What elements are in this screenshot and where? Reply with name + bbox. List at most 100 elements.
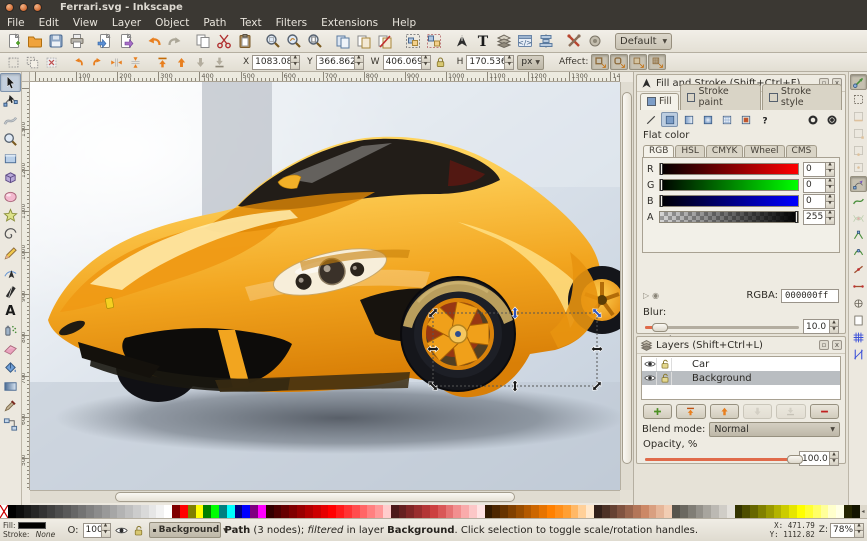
tab-fill[interactable]: Fill <box>640 93 679 110</box>
transform-patterns-toggle[interactable] <box>648 54 666 70</box>
palette-swatch[interactable] <box>149 505 157 518</box>
snap-bbox-button[interactable] <box>850 91 867 107</box>
palette-swatch[interactable] <box>321 505 329 518</box>
palette-swatch[interactable] <box>821 505 829 518</box>
object-opacity-field[interactable]: 100▲▼ <box>83 523 111 538</box>
snap-cusp-nodes-button[interactable] <box>850 227 867 243</box>
layer-lock-toggle[interactable] <box>659 372 672 385</box>
w-field[interactable]: 406.069▲▼ <box>383 55 431 70</box>
snap-enable-button[interactable] <box>850 74 867 90</box>
create-clone-button[interactable] <box>353 31 374 51</box>
palette-swatch[interactable] <box>774 505 782 518</box>
palette-swatch[interactable] <box>610 505 618 518</box>
palette-swatch[interactable] <box>305 505 313 518</box>
palette-swatch[interactable] <box>211 505 219 518</box>
flip-vertical-button[interactable] <box>126 54 144 70</box>
deselect-button[interactable] <box>42 54 60 70</box>
snap-bbox-edges-button[interactable] <box>850 108 867 124</box>
palette-swatch[interactable] <box>500 505 508 518</box>
palette-swatch[interactable] <box>664 505 672 518</box>
palette-swatch[interactable] <box>399 505 407 518</box>
minimize-window-button[interactable] <box>19 3 28 12</box>
palette-swatch[interactable] <box>86 505 94 518</box>
palette-swatch[interactable] <box>383 505 391 518</box>
palette-swatch[interactable] <box>477 505 485 518</box>
group-objects-button[interactable] <box>402 31 423 51</box>
palette-swatch[interactable] <box>633 505 641 518</box>
new-document-button[interactable] <box>3 31 24 51</box>
lower-button[interactable] <box>191 54 209 70</box>
palette-swatch[interactable] <box>297 505 305 518</box>
color-field-B[interactable]: 0▲▼ <box>803 194 835 209</box>
fill-stroke-indicator[interactable]: Fill: Stroke:None <box>3 521 59 539</box>
fill-stroke-dialog-button[interactable] <box>451 31 472 51</box>
fill-rule-evenodd-button[interactable] <box>804 112 821 127</box>
transform-gradients-toggle[interactable] <box>629 54 647 70</box>
y-field[interactable]: 366.862▲▼ <box>316 55 364 70</box>
color-tab-hsl[interactable]: HSL <box>675 145 705 157</box>
panel-minimize-button[interactable]: ▫ <box>819 340 829 350</box>
palette-swatch[interactable] <box>344 505 352 518</box>
export-document-button[interactable] <box>115 31 136 51</box>
palette-swatch[interactable] <box>219 505 227 518</box>
delete-layer-button[interactable] <box>810 404 839 419</box>
flip-horizontal-button[interactable] <box>107 54 125 70</box>
selector-tool[interactable] <box>0 73 21 92</box>
menu-view[interactable]: View <box>66 15 105 30</box>
text-tool[interactable]: A <box>0 301 21 320</box>
snap-object-centers-button[interactable] <box>850 278 867 294</box>
rotate-ccw-button[interactable] <box>69 54 87 70</box>
maximize-window-button[interactable] <box>33 3 42 12</box>
menu-filters[interactable]: Filters <box>269 15 314 30</box>
color-slider-A[interactable] <box>659 211 799 223</box>
snap-bbox-corners-button[interactable] <box>850 125 867 141</box>
scale-rect-corners-toggle[interactable] <box>610 54 628 70</box>
panel-close-button[interactable]: x <box>832 340 842 350</box>
palette-swatch[interactable] <box>813 505 821 518</box>
dropper-mini-icon[interactable]: ◉ <box>652 291 659 300</box>
layers-opacity-slider[interactable] <box>645 454 795 464</box>
vertical-scrollbar[interactable] <box>620 82 633 490</box>
tab-stroke-paint[interactable]: Stroke paint <box>680 84 761 110</box>
palette-swatch[interactable] <box>688 505 696 518</box>
copy-button[interactable] <box>192 31 213 51</box>
layer-row-background[interactable]: Background <box>642 371 840 385</box>
raise-layer-button[interactable] <box>710 404 739 419</box>
ungroup-objects-button[interactable] <box>423 31 444 51</box>
gradient-tool[interactable] <box>0 377 21 396</box>
current-layer-dropdown[interactable]: ▪Background▼ <box>149 522 221 538</box>
palette-swatch[interactable] <box>766 505 774 518</box>
palette-swatch[interactable] <box>110 505 118 518</box>
palette-swatch[interactable] <box>71 505 79 518</box>
align-dialog-button[interactable] <box>535 31 556 51</box>
palette-swatch[interactable] <box>531 505 539 518</box>
palette-swatch[interactable] <box>133 505 141 518</box>
spray-tool[interactable] <box>0 320 21 339</box>
palette-swatch[interactable] <box>750 505 758 518</box>
snap-paths-button[interactable] <box>850 193 867 209</box>
zoom-page-button[interactable] <box>304 31 325 51</box>
palette-swatch[interactable] <box>289 505 297 518</box>
node-tool[interactable] <box>0 92 21 111</box>
eraser-tool[interactable] <box>0 339 21 358</box>
layer-visible-toggle[interactable] <box>644 358 657 371</box>
color-slider-G[interactable] <box>659 179 799 191</box>
palette-swatch[interactable] <box>414 505 422 518</box>
palette-swatch[interactable] <box>360 505 368 518</box>
raise-to-top-button[interactable] <box>153 54 171 70</box>
rect-tool[interactable] <box>0 149 21 168</box>
select-all-button[interactable] <box>4 54 22 70</box>
xml-editor-button[interactable]: </> <box>514 31 535 51</box>
horizontal-scrollbar[interactable] <box>30 490 620 503</box>
snap-bbox-edge-midpoints-button[interactable] <box>850 142 867 158</box>
redo-button[interactable] <box>164 31 185 51</box>
bucket-tool[interactable] <box>0 358 21 377</box>
menu-text[interactable]: Text <box>233 15 268 30</box>
menu-help[interactable]: Help <box>385 15 423 30</box>
raise-button[interactable] <box>172 54 190 70</box>
palette-swatch[interactable] <box>266 505 274 518</box>
palette-swatch[interactable] <box>625 505 633 518</box>
palette-swatch[interactable] <box>469 505 477 518</box>
palette-swatch[interactable] <box>516 505 524 518</box>
blur-slider[interactable] <box>645 322 799 332</box>
